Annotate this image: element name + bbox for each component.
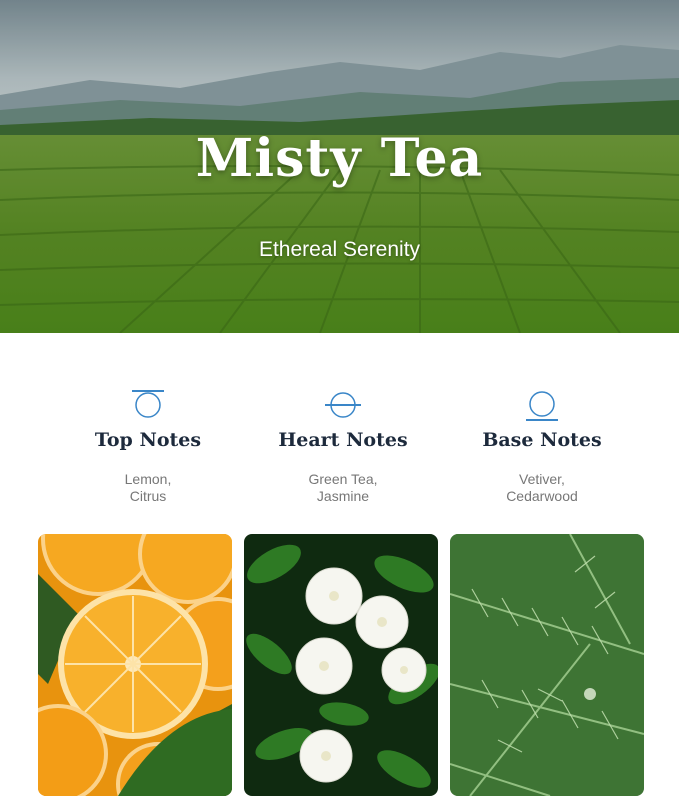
- orange-slices-photo: [38, 534, 232, 796]
- fragrance-notes: Top Notes Lemon, Citrus Heart Notes Gree…: [0, 333, 679, 523]
- top-notes-heading: Top Notes: [94, 429, 202, 451]
- crossed-circle-icon: [325, 392, 361, 418]
- heart-notes-description: Green Tea, Jasmine: [243, 471, 443, 505]
- hero-banner: Misty Tea Ethereal Serenity: [0, 0, 679, 333]
- top-notes-line2: Citrus: [129, 488, 167, 504]
- base-notes-description: Vetiver, Cedarwood: [442, 471, 642, 505]
- base-notes-line1: Vetiver,: [519, 471, 565, 487]
- sunrise-circle-icon: [132, 390, 164, 418]
- heart-notes-heading: Heart Notes: [278, 429, 408, 451]
- hero-subtitle: Ethereal Serenity: [258, 238, 421, 261]
- sunset-circle-icon: [526, 391, 558, 421]
- hero-title: Misty Tea: [195, 128, 484, 189]
- gardenia-flowers-photo: [244, 534, 438, 796]
- top-notes-description: Lemon, Citrus: [48, 471, 248, 505]
- base-notes-heading: Base Notes: [482, 429, 602, 451]
- top-notes-line1: Lemon,: [124, 471, 172, 487]
- heart-notes-line1: Green Tea,: [308, 471, 378, 487]
- base-notes-line2: Cedarwood: [506, 488, 578, 504]
- rosemary-plant-photo: [450, 534, 644, 796]
- heart-notes-line2: Jasmine: [316, 488, 370, 504]
